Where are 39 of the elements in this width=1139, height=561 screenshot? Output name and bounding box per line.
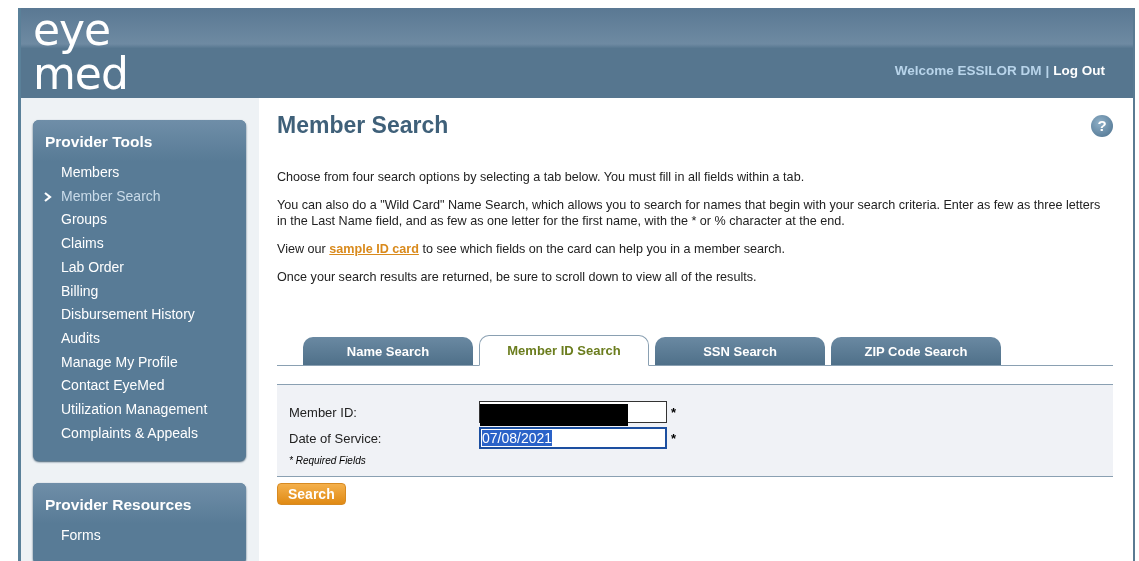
sidebar-item[interactable]: Utilization Management [61, 398, 246, 422]
sidebar-item[interactable]: Members [61, 161, 246, 185]
input-field[interactable] [479, 401, 667, 423]
sidebar-item[interactable]: Forms [61, 524, 246, 549]
page-title: Member Search [277, 112, 449, 139]
tab[interactable]: SSN Search [655, 337, 825, 365]
paragraph: View our sample ID card to see which fields on the card can help you in a member search. [277, 241, 786, 257]
tab[interactable]: ZIP Code Search [831, 337, 1001, 365]
welcome-text: Welcome ESSILOR DM [894, 63, 1042, 78]
required-mark: * [671, 404, 677, 420]
search-button[interactable]: Search [277, 483, 346, 505]
sidebar-item[interactable]: Manage My Profile [61, 350, 246, 375]
sidebar-item[interactable]: Claims [61, 232, 246, 256]
panel-title: Provider Tools [33, 120, 246, 161]
sidebar-item[interactable]: Audits [61, 326, 246, 351]
paragraph: Choose from four search options by selecting a tab below. You must fill in all fields within a tab. [277, 169, 806, 185]
tab[interactable]: Name Search [303, 337, 473, 365]
field-label: Member ID: [289, 404, 358, 420]
sample-id-card-link[interactable]: sample ID card [329, 242, 419, 256]
sidebar-item[interactable]: Disbursement History [61, 303, 246, 327]
sidebar-item[interactable]: Contact EyeMed [61, 374, 246, 399]
sidebar-item[interactable]: Lab Order [61, 255, 246, 280]
sidebar-item[interactable]: Complaints & Appeals [61, 421, 246, 446]
panel-title: Provider Resources [33, 483, 246, 525]
input-field[interactable]: 07/08/2021 [479, 427, 667, 449]
sidebar-item[interactable]: Groups [61, 208, 246, 233]
logout-link[interactable]: Log Out [1053, 63, 1105, 78]
logo: eye med [33, 10, 128, 98]
field-label: Date of Service: [289, 430, 383, 446]
help-icon[interactable]: ? [1091, 114, 1113, 137]
required-mark: * [671, 430, 677, 446]
tab[interactable]: Member ID Search [479, 335, 649, 366]
paragraph: Once your search results are returned, be sure to scroll down to view all of the results. [277, 269, 758, 285]
separator: | [1045, 63, 1050, 78]
sidebar-item[interactable]: Member Search [61, 184, 246, 209]
chevron-icon [44, 191, 52, 202]
required-note: * Required Fields [289, 455, 367, 466]
sidebar-item[interactable]: Billing [61, 279, 246, 304]
paragraph: You can also do a "Wild Card" Name Search, which allows you to search for names that begin with your search criteria. Enter as few as three letters in the Last Name field, and as few as one letter for the first name, with the * or % character at the end. [277, 197, 1102, 229]
